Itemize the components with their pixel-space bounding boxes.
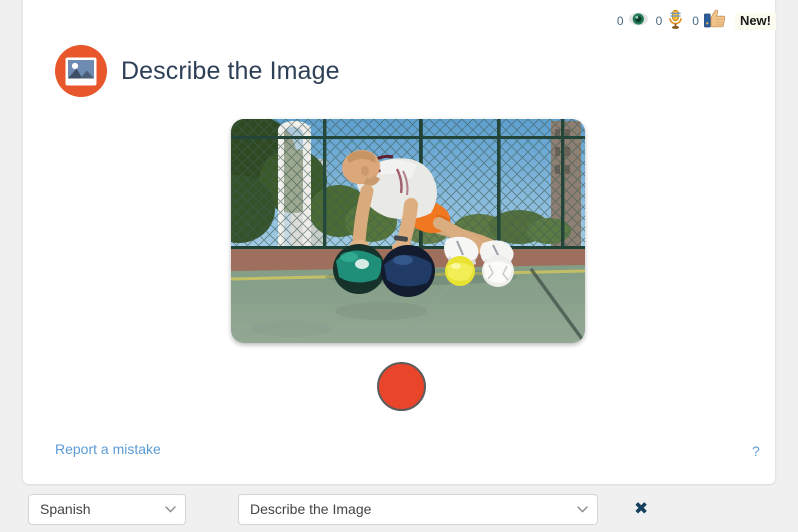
likes-count: 0 bbox=[692, 14, 699, 28]
language-select-wrapper: Spanish bbox=[28, 493, 186, 525]
recordings-count: 0 bbox=[655, 14, 663, 28]
image-badge-icon bbox=[55, 45, 107, 97]
stats-row: 0 0 0 New! bbox=[609, 9, 776, 34]
eye-icon bbox=[628, 12, 648, 31]
close-button[interactable]: ✖ bbox=[634, 500, 648, 518]
new-badge: New! bbox=[734, 12, 776, 30]
activity-select-wrapper: Describe the Image bbox=[238, 493, 598, 525]
page-header: Describe the Image bbox=[55, 45, 340, 97]
bottom-toolbar: Spanish Describe the Image ✖ bbox=[0, 486, 798, 532]
recordings-stat: 0 bbox=[656, 9, 685, 34]
exercise-photo-illustration bbox=[231, 119, 585, 343]
help-icon[interactable]: ? bbox=[752, 443, 760, 459]
page-title: Describe the Image bbox=[121, 56, 340, 85]
views-stat: 0 bbox=[617, 12, 648, 31]
activity-select[interactable]: Describe the Image bbox=[238, 493, 598, 525]
report-mistake-link[interactable]: Report a mistake bbox=[55, 441, 161, 457]
views-count: 0 bbox=[616, 14, 624, 28]
language-select[interactable]: Spanish bbox=[28, 493, 186, 525]
microphone-icon bbox=[667, 9, 684, 34]
exercise-photo bbox=[231, 119, 585, 343]
record-button[interactable] bbox=[377, 362, 426, 411]
thumbs-up-icon bbox=[704, 9, 726, 33]
likes-stat: 0 bbox=[692, 9, 726, 33]
